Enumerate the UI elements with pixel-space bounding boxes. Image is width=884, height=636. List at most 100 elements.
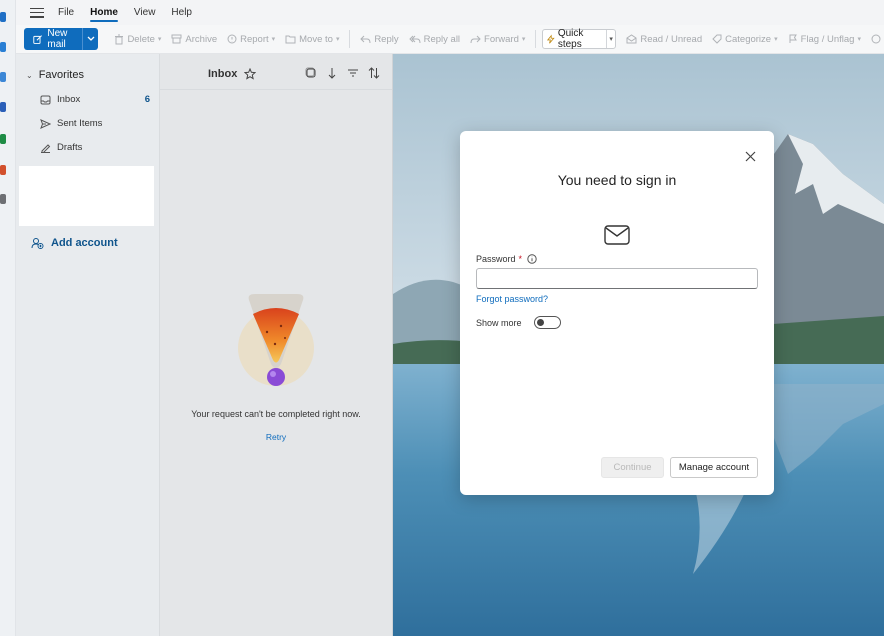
app-rail [0, 0, 16, 636]
toggle-knob [536, 319, 544, 326]
forward-button[interactable]: Forward ▾ [470, 34, 525, 45]
favorites-header[interactable]: ⌄ Favorites [26, 69, 84, 81]
continue-button[interactable]: Continue [601, 457, 664, 478]
folder-move-icon [285, 35, 296, 44]
apps-icon[interactable] [0, 194, 6, 204]
chevron-down-icon: ▾ [157, 36, 162, 43]
inbox-title: Inbox [208, 68, 238, 80]
dialog-title: You need to sign in [557, 172, 677, 188]
read-unread-button[interactable]: Read / Unread [626, 34, 702, 45]
chevron-down-icon: ▾ [271, 36, 276, 43]
forward-icon [470, 35, 481, 43]
mail-app-icon[interactable] [0, 12, 6, 22]
add-account-button[interactable]: Add account [31, 237, 118, 249]
lightning-icon [547, 34, 555, 44]
tab-help[interactable]: Help [171, 3, 192, 22]
new-mail-dropdown[interactable] [82, 28, 98, 50]
error-message: Your request can't be completed right no… [191, 409, 361, 419]
retry-link[interactable]: Retry [160, 432, 392, 442]
info-icon[interactable] [527, 254, 537, 264]
word-app-icon[interactable] [0, 102, 6, 112]
show-more-toggle[interactable] [533, 316, 561, 329]
sort-down-arrow-icon[interactable] [326, 67, 338, 79]
quick-steps-button[interactable]: Quick steps ▾ [542, 28, 617, 50]
flag-unflag-button[interactable]: Flag / Unflag ▾ [788, 34, 861, 45]
reply-all-button[interactable]: Reply all [408, 33, 461, 45]
ribbon-toolbar: New mail Delete ▾ Archive Report ▾ Move … [16, 25, 884, 54]
folder-item-drafts[interactable]: Drafts [40, 142, 150, 153]
read-unread-label: Read / Unread [640, 33, 703, 45]
redacted-area [19, 166, 154, 226]
move-to-button[interactable]: Move to ▾ [285, 34, 339, 45]
chevron-down-icon: ⌄ [26, 70, 33, 80]
envelope-open-icon [626, 34, 637, 44]
hamburger-menu-icon[interactable] [30, 7, 44, 18]
ribbon-divider [349, 30, 351, 48]
folder-item-inbox[interactable]: Inbox 6 [40, 94, 150, 105]
archive-icon [171, 34, 182, 44]
report-label: Report [240, 33, 269, 45]
delete-label: Delete [127, 33, 155, 45]
people-app-icon[interactable] [0, 72, 6, 82]
filter-icon[interactable] [347, 67, 359, 79]
tag-icon [712, 34, 722, 44]
chevron-down-icon [87, 36, 95, 41]
ribbon-divider [535, 30, 537, 48]
reply-all-icon [408, 35, 421, 43]
categorize-button[interactable]: Categorize ▾ [712, 33, 778, 45]
archive-label: Archive [185, 33, 218, 45]
send-icon [40, 118, 51, 129]
reply-all-label: Reply all [423, 33, 461, 45]
forgot-password-link[interactable]: Forgot password? [476, 294, 548, 304]
password-input[interactable] [476, 268, 758, 289]
star-icon[interactable] [244, 68, 257, 80]
message-list-tools [305, 67, 380, 79]
message-list-pane: Inbox Your request can't be completed ri… [159, 54, 393, 636]
tab-home[interactable]: Home [90, 3, 118, 22]
quick-steps-main[interactable]: Quick steps [543, 28, 606, 50]
new-mail-button[interactable]: New mail [24, 28, 99, 50]
delete-button[interactable]: Delete ▾ [114, 34, 161, 45]
folder-label: Sent Items [57, 118, 103, 129]
tab-view[interactable]: View [134, 3, 156, 22]
tab-file[interactable]: File [58, 3, 74, 22]
chevron-down-icon: ▾ [857, 36, 861, 43]
folder-label: Drafts [57, 142, 83, 153]
folder-pane: ⌄ Favorites Inbox 6 Sent Items Drafts Ad… [16, 54, 159, 636]
message-list-title: Inbox [208, 68, 257, 80]
folder-item-sent[interactable]: Sent Items [40, 118, 150, 129]
reply-label: Reply [374, 33, 399, 45]
calendar-app-icon[interactable] [0, 42, 6, 52]
unread-count: 6 [144, 94, 150, 105]
chevron-down-icon: ▾ [774, 36, 778, 43]
mail-icon [604, 225, 630, 245]
message-list-header: Inbox [160, 54, 392, 90]
compose-icon [33, 34, 42, 44]
show-more-row: Show more [476, 316, 561, 329]
new-mail-label: New mail [47, 28, 68, 50]
more-options-button[interactable] [871, 34, 884, 44]
close-icon[interactable] [745, 151, 756, 162]
favorites-label: Favorites [38, 69, 84, 81]
sort-icon[interactable] [368, 67, 380, 79]
reply-icon [360, 35, 371, 43]
menu-bar: File Home View Help [16, 0, 884, 25]
select-icon[interactable] [305, 67, 317, 79]
categorize-label: Categorize [725, 33, 772, 45]
error-illustration [238, 294, 314, 386]
reply-button[interactable]: Reply [360, 33, 399, 45]
excel-app-icon[interactable] [0, 134, 6, 144]
report-button[interactable]: Report ▾ [227, 34, 275, 45]
folder-label: Inbox [57, 94, 81, 105]
manage-account-button[interactable]: Manage account [670, 457, 758, 478]
move-to-label: Move to [299, 33, 333, 45]
chevron-down-icon: ▾ [335, 36, 340, 43]
show-more-label: Show more [476, 317, 522, 328]
new-mail-main[interactable]: New mail [24, 28, 82, 50]
report-icon [227, 34, 237, 44]
quick-steps-dropdown[interactable]: ▾ [605, 30, 616, 48]
password-label-text: Password [476, 254, 516, 264]
add-account-label: Add account [51, 237, 118, 249]
powerpoint-app-icon[interactable] [0, 165, 6, 175]
archive-button[interactable]: Archive [171, 34, 217, 45]
